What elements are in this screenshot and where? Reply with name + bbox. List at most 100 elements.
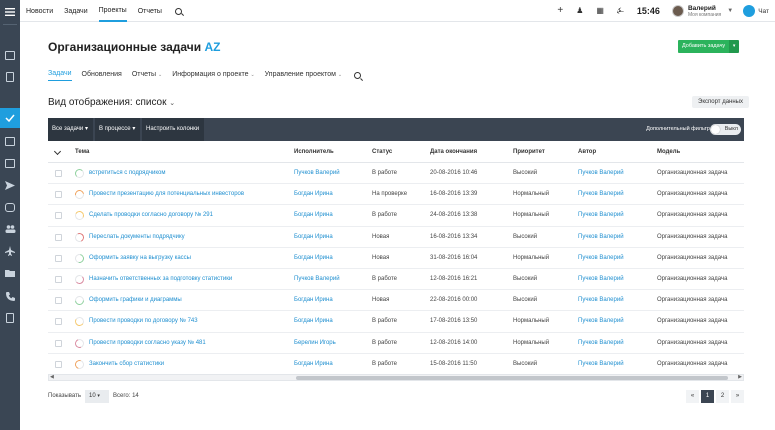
send-icon[interactable] [0, 175, 20, 195]
col-model[interactable]: Модель [657, 141, 680, 163]
col-subject[interactable]: Тема [75, 141, 89, 163]
scroll-right-icon[interactable]: ▶ [738, 374, 742, 380]
col-author[interactable]: Автор [578, 141, 596, 163]
row-checkbox[interactable] [55, 339, 62, 347]
author-link[interactable]: Пучков Валерий [578, 311, 624, 332]
tab-updates[interactable]: Обновления [82, 71, 122, 81]
col-assignee[interactable]: Исполнитель [294, 141, 334, 163]
table-row[interactable]: Оформить графики и диаграммы Богдан Ирина… [48, 290, 744, 312]
author-link[interactable]: Пучков Валерий [578, 205, 624, 226]
nav-projects[interactable]: Проекты [98, 0, 127, 22]
plus-icon[interactable]: + [557, 6, 563, 16]
assignee-link[interactable]: Пучков Валерий [294, 269, 340, 290]
page-1[interactable]: 1 [701, 390, 714, 403]
assignee-link[interactable]: Богдан Ирина [294, 248, 333, 269]
nav-tasks[interactable]: Задачи [64, 1, 88, 21]
user-add-icon[interactable]: ♟ [576, 6, 583, 16]
task-subject-link[interactable]: Переслать документы подрядчику [89, 227, 185, 248]
table-row[interactable]: встретиться с подрядчиком Пучков Валерий В… [48, 163, 744, 185]
tab-tasks[interactable]: Задачи [48, 70, 72, 81]
tasks-icon[interactable] [0, 108, 20, 128]
export-button[interactable]: Экспорт данных [692, 96, 749, 108]
row-checkbox[interactable] [55, 318, 62, 326]
table-row[interactable]: Провести проводки по договору № 743 Богда… [48, 311, 744, 333]
author-link[interactable]: Пучков Валерий [578, 163, 624, 184]
author-link[interactable]: Пучков Валерий [578, 333, 624, 354]
table-row[interactable]: Оформить заявку на выгрузку кассы Богдан … [48, 248, 744, 269]
add-task-button[interactable]: Добавить задачу [678, 40, 730, 53]
task-subject-link[interactable]: Провести презентацию для потенциальных и… [89, 184, 244, 205]
avatar[interactable] [671, 5, 684, 17]
plane-icon[interactable] [0, 241, 20, 261]
calendar-icon[interactable]: ▦ [596, 6, 604, 16]
nav-reports[interactable]: Отчеты [138, 1, 162, 21]
author-link[interactable]: Пучков Валерий [578, 227, 624, 248]
scrollbar-thumb[interactable] [296, 376, 728, 380]
task-subject-link[interactable]: встретиться с подрядчиком [89, 163, 166, 184]
task-subject-link[interactable]: Оформить заявку на выгрузку кассы [89, 248, 191, 269]
bell-icon[interactable]: ⍼ [617, 6, 624, 16]
assignee-link[interactable]: Берелин Игорь [294, 333, 336, 354]
table-row[interactable]: Назначить ответственных за подготовку ст… [48, 269, 744, 291]
search-icon[interactable] [354, 72, 362, 79]
assignee-link[interactable]: Богдан Ирина [294, 205, 333, 226]
page-2[interactable]: 2 [716, 390, 729, 403]
task-subject-link[interactable]: Сделать проводки согласно договору № 291 [89, 205, 213, 226]
in-progress-filter[interactable]: В процессе ▾ [95, 118, 140, 141]
search-icon[interactable] [174, 7, 182, 15]
robot-icon[interactable] [0, 197, 20, 217]
row-checkbox[interactable] [55, 233, 62, 241]
scroll-left-icon[interactable]: ◀ [50, 374, 54, 380]
users-icon[interactable] [0, 219, 20, 239]
page-size-select[interactable]: 10 ▾ [85, 390, 109, 403]
phone-icon[interactable] [0, 286, 20, 306]
task-subject-link[interactable]: Назначить ответственных за подготовку ст… [89, 269, 232, 290]
row-checkbox[interactable] [55, 360, 62, 368]
configure-columns-button[interactable]: Настроить колонки [142, 118, 204, 141]
all-tasks-filter[interactable]: Все задачи ▾ [48, 118, 93, 141]
table-row[interactable]: Переслать документы подрядчику Богдан Ири… [48, 227, 744, 248]
extra-filter-toggle[interactable]: Выкл [710, 124, 741, 135]
assignee-link[interactable]: Богдан Ирина [294, 354, 333, 375]
view-mode-selector[interactable]: Вид отображения: список ⌄ [48, 97, 175, 108]
nav-news[interactable]: Новости [26, 1, 53, 21]
menu-icon[interactable] [0, 2, 20, 22]
task-subject-link[interactable]: Провести проводки по договору № 743 [89, 311, 198, 332]
assignee-link[interactable]: Богдан Ирина [294, 311, 333, 332]
add-task-dropdown[interactable]: ▾ [729, 40, 740, 53]
col-due-date[interactable]: Дата окончания [430, 141, 477, 163]
contacts-icon[interactable] [0, 308, 20, 328]
table-row[interactable]: Провести проводки согласно указу № 481 Бе… [48, 333, 744, 354]
chat-button[interactable]: Чат [743, 5, 769, 17]
briefcase-icon[interactable] [0, 45, 20, 65]
author-link[interactable]: Пучков Валерий [578, 248, 624, 269]
horizontal-scrollbar[interactable]: ◀ ▶ [48, 374, 744, 381]
task-subject-link[interactable]: Оформить графики и диаграммы [89, 290, 182, 311]
col-priority[interactable]: Приоритет [513, 141, 545, 163]
row-checkbox[interactable] [55, 212, 62, 220]
row-checkbox[interactable] [55, 191, 62, 199]
tab-project-management[interactable]: Управление проектом ⌄ [265, 71, 342, 81]
task-subject-link[interactable]: Провести проводки согласно указу № 481 [89, 333, 206, 354]
chevron-down-icon[interactable]: ▼ [727, 8, 733, 14]
first-page-icon[interactable]: « [686, 390, 699, 403]
assignee-link[interactable]: Пучков Валерий [294, 163, 340, 184]
table-row[interactable]: Сделать проводки согласно договору № 291… [48, 205, 744, 227]
row-checkbox[interactable] [55, 170, 62, 177]
tab-reports[interactable]: Отчеты ⌄ [132, 71, 162, 81]
tab-project-info[interactable]: Информация о проекте ⌄ [172, 71, 254, 81]
table-row[interactable]: Закончить сбор статистики Богдан Ирина В р… [48, 354, 744, 375]
author-link[interactable]: Пучков Валерий [578, 354, 624, 375]
assignee-link[interactable]: Богдан Ирина [294, 184, 333, 205]
card-icon[interactable] [0, 153, 20, 173]
author-link[interactable]: Пучков Валерий [578, 290, 624, 311]
assignee-link[interactable]: Богдан Ирина [294, 227, 333, 248]
row-checkbox[interactable] [55, 254, 62, 262]
document-icon[interactable] [0, 67, 20, 87]
author-link[interactable]: Пучков Валерий [578, 184, 624, 205]
last-page-icon[interactable]: » [731, 390, 744, 403]
journal-icon[interactable] [0, 131, 20, 151]
folder-icon[interactable] [0, 263, 20, 283]
row-checkbox[interactable] [55, 275, 62, 283]
col-status[interactable]: Статус [372, 141, 392, 163]
